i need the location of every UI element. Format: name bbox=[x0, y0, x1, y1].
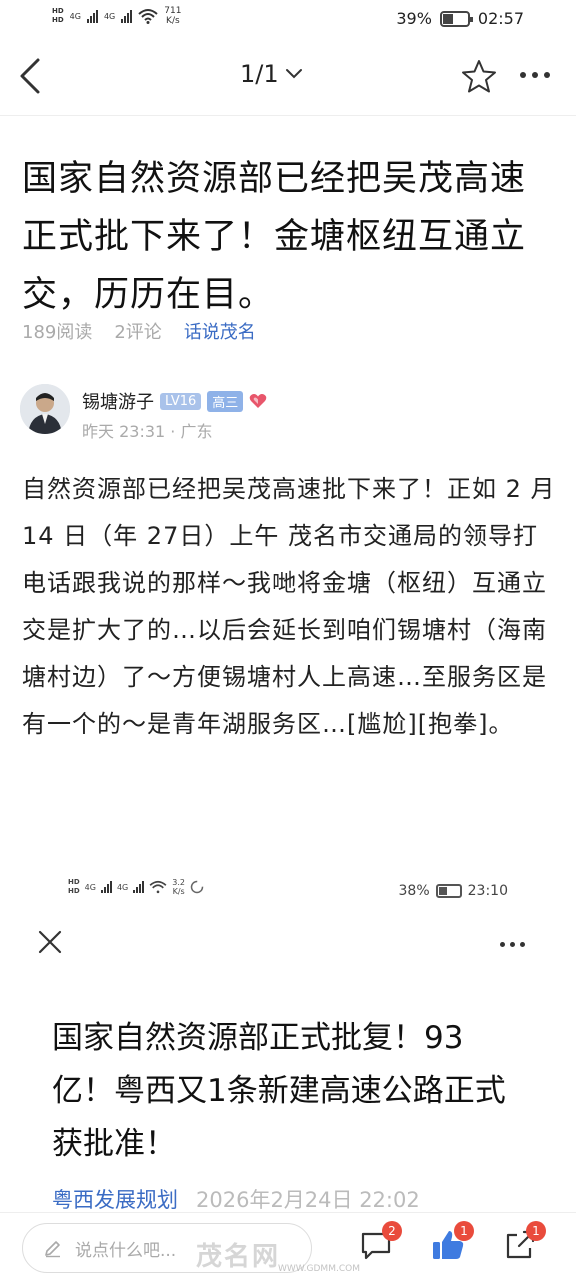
embedded-network-speed: 3.2 K/s bbox=[172, 878, 185, 896]
battery-icon bbox=[439, 10, 473, 27]
comments-badge: 2 bbox=[382, 1221, 402, 1241]
clock: 02:57 bbox=[477, 9, 524, 28]
embedded-battery-fill bbox=[438, 887, 447, 895]
level-badge: LV16 bbox=[160, 392, 202, 410]
comment-count: 2评论 bbox=[114, 322, 162, 343]
watermark-logo: 茂名网 bbox=[196, 1242, 281, 1272]
embedded-network-4g-2: 4G bbox=[116, 882, 129, 892]
article-meta: 189阅读 2评论 话说茂名 bbox=[22, 318, 256, 344]
share-button[interactable]: 1 bbox=[502, 1221, 546, 1263]
signal-1-icon bbox=[86, 9, 98, 23]
status-bar: HD HD 4G 4G 711 K/s 39% 02:57 bbox=[0, 0, 576, 38]
more-options-icon[interactable] bbox=[520, 72, 550, 78]
embedded-wifi-icon bbox=[149, 880, 167, 894]
share-badge: 1 bbox=[526, 1221, 546, 1241]
page-indicator: 1/1 bbox=[240, 60, 279, 88]
network-type-4g-2: 4G bbox=[103, 11, 116, 21]
topic-link[interactable]: 话说茂名 bbox=[184, 318, 256, 344]
network-type-4g: 4G bbox=[69, 11, 81, 21]
embedded-status-right: 38% 23:10 bbox=[399, 883, 508, 899]
status-bar-right: 39% 02:57 bbox=[396, 9, 524, 28]
article-body: 自然资源部已经把吴茂高速批下来了！正如 2 月 14 日（年 27日）上午 茂名… bbox=[22, 475, 556, 738]
embedded-clock: 23:10 bbox=[467, 883, 508, 899]
battery-fill bbox=[442, 13, 454, 24]
network-speed: 711 K/s bbox=[164, 6, 181, 26]
avatar-image bbox=[20, 384, 70, 434]
like-badge: 1 bbox=[454, 1221, 474, 1241]
network-speed-unit: K/s bbox=[166, 16, 180, 26]
chevron-down-icon bbox=[285, 69, 302, 79]
comments-button[interactable]: 2 bbox=[358, 1221, 402, 1263]
loading-spinner-icon bbox=[190, 880, 204, 894]
comment-placeholder: 说点什么吧... bbox=[75, 1240, 177, 1261]
article-title: 国家自然资源部已经把吴茂高速正式批下来了！金塘枢纽互通立交，历历在目。 bbox=[22, 159, 527, 315]
embedded-signal-2-icon bbox=[133, 881, 145, 893]
embedded-datetime: 2026年2月24日 22:02 bbox=[196, 1188, 420, 1212]
grade-badge: 高三 bbox=[207, 390, 244, 412]
embedded-status-left: HD HD 4G 4G 3.2 K/s bbox=[68, 878, 204, 896]
embedded-source: 粤西发展规划 bbox=[52, 1188, 178, 1212]
embedded-network-4g: 4G bbox=[84, 882, 96, 892]
page-selector[interactable]: 1/1 bbox=[240, 60, 303, 88]
read-count: 189阅读 bbox=[22, 322, 93, 343]
embedded-screenshot[interactable]: HD HD 4G 4G 3.2 K/s 38% 23:10 国家自然资源部正式批复… bbox=[0, 866, 576, 1216]
wifi-icon bbox=[138, 9, 158, 24]
pencil-icon bbox=[45, 1241, 60, 1258]
embedded-battery-percent: 38% bbox=[398, 883, 430, 899]
embedded-meta: 粤西发展规划 2026年2月24日 22:02 bbox=[52, 1184, 420, 1214]
embedded-hd-indicator: HD HD bbox=[68, 878, 80, 895]
network-speed-value: 711 bbox=[164, 6, 182, 16]
embedded-title: 国家自然资源部正式批复！93亿！粤西又1条新建高速公路正式获批准！ bbox=[52, 1020, 506, 1162]
favorite-star-icon[interactable] bbox=[460, 58, 498, 96]
heart-icon bbox=[249, 394, 267, 408]
close-icon bbox=[38, 930, 62, 954]
signal-2-icon bbox=[121, 9, 133, 23]
status-bar-left: HD HD 4G 4G 711 K/s bbox=[52, 6, 181, 26]
author-avatar[interactable] bbox=[20, 384, 70, 434]
battery-percent: 39% bbox=[396, 9, 432, 28]
embedded-signal-1-icon bbox=[100, 881, 112, 893]
author-name[interactable]: 锡塘游子 bbox=[82, 388, 154, 414]
watermark-url: WWW.GDMM.COM bbox=[278, 1264, 360, 1274]
back-arrow-icon[interactable] bbox=[12, 54, 52, 98]
embedded-battery-icon bbox=[435, 884, 462, 898]
top-navigation-bar: 1/1 bbox=[0, 38, 576, 116]
hd-indicator: HD HD bbox=[52, 7, 64, 24]
embedded-network-speed-value: 3.2 bbox=[172, 878, 185, 887]
embedded-more-icon bbox=[500, 942, 525, 947]
post-time-location: 昨天 23:31 · 广东 bbox=[82, 422, 213, 441]
embedded-network-speed-unit: K/s bbox=[172, 887, 185, 896]
like-button[interactable]: 1 bbox=[430, 1221, 474, 1263]
author-line: 锡塘游子 LV16 高三 bbox=[82, 388, 267, 414]
